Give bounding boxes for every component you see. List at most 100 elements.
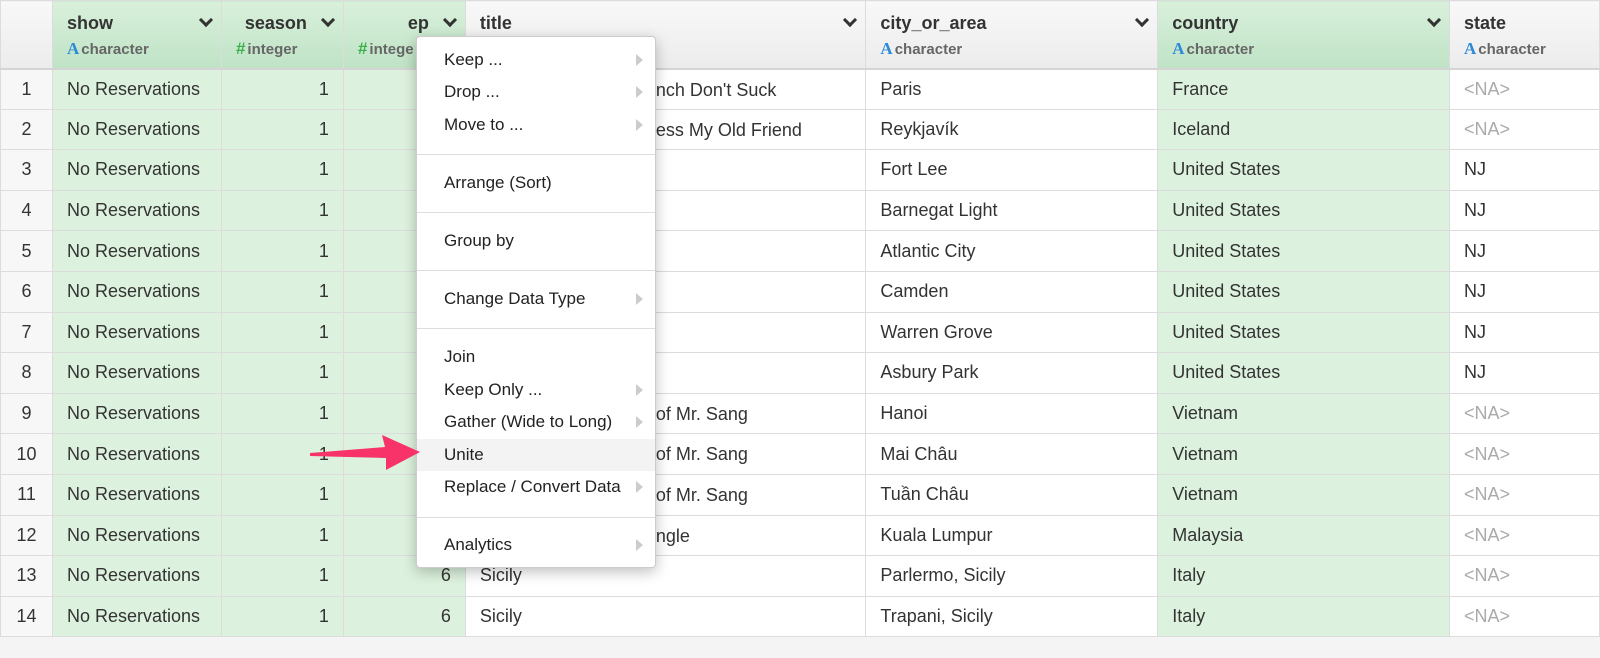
cell-city-or-area[interactable]: Warren Grove	[865, 311, 1159, 354]
row-number: 14	[0, 595, 53, 638]
cell-season[interactable]: 1	[220, 68, 344, 110]
cell-season[interactable]: 1	[220, 108, 344, 151]
column-header-country[interactable]: country Acharacter	[1157, 0, 1451, 70]
cell-city-or-area[interactable]: Reykjavík	[865, 108, 1159, 151]
cell-city-or-area[interactable]: Barnegat Light	[865, 189, 1159, 232]
cell-country[interactable]: France	[1157, 68, 1451, 110]
cell-country[interactable]: Malaysia	[1157, 514, 1451, 557]
cell-country[interactable]: United States	[1157, 189, 1451, 232]
cell-show[interactable]: No Reservations	[51, 473, 222, 516]
cell-city-or-area[interactable]: Parlermo, Sicily	[865, 555, 1159, 597]
cell-city-or-area[interactable]: Atlantic City	[865, 230, 1159, 272]
cell-country[interactable]: United States	[1157, 352, 1451, 394]
menu-item-analytics[interactable]: Analytics	[417, 529, 655, 561]
submenu-arrow-icon	[636, 416, 643, 428]
cell-state[interactable]: NJ	[1449, 270, 1600, 313]
cell-state[interactable]: <NA>	[1449, 392, 1600, 435]
menu-item-label: Analytics	[444, 535, 513, 554]
cell-show[interactable]: No Reservations	[51, 230, 222, 272]
cell-season[interactable]: 1	[220, 270, 344, 313]
cell-season[interactable]: 1	[220, 352, 344, 394]
cell-city-or-area[interactable]: Camden	[865, 270, 1159, 313]
cell-season[interactable]: 1	[220, 473, 344, 516]
cell-season[interactable]: 1	[220, 555, 344, 597]
cell-city-or-area[interactable]: Fort Lee	[865, 149, 1159, 191]
cell-state[interactable]: <NA>	[1449, 473, 1600, 516]
cell-show[interactable]: No Reservations	[51, 392, 222, 435]
menu-item-arrange-sort[interactable]: Arrange (Sort)	[417, 167, 655, 199]
table-row: 2 No Reservations 1 ess My Old Friend Reykja…	[0, 108, 1600, 151]
cell-show[interactable]: No Reservations	[51, 149, 222, 191]
cell-state[interactable]: <NA>	[1449, 514, 1600, 557]
cell-state[interactable]: NJ	[1449, 189, 1600, 232]
cell-city-or-area[interactable]: Asbury Park	[865, 352, 1159, 394]
menu-item-group-by[interactable]: Group by	[417, 225, 655, 257]
cell-season[interactable]: 1	[220, 189, 344, 232]
column-header-season[interactable]: season # integer	[220, 0, 344, 70]
cell-country[interactable]: United States	[1157, 230, 1451, 272]
cell-season[interactable]: 1	[220, 149, 344, 191]
cell-show[interactable]: No Reservations	[51, 311, 222, 354]
cell-state[interactable]: <NA>	[1449, 108, 1600, 151]
cell-state[interactable]: NJ	[1449, 352, 1600, 394]
cell-show[interactable]: No Reservations	[51, 595, 222, 638]
cell-country[interactable]: United States	[1157, 149, 1451, 191]
cell-city-or-area[interactable]: Kuala Lumpur	[865, 514, 1159, 557]
column-type-label: character	[1186, 41, 1255, 58]
cell-show[interactable]: No Reservations	[51, 108, 222, 151]
cell-city-or-area[interactable]: Hanoi	[865, 392, 1159, 435]
submenu-arrow-icon	[636, 86, 643, 98]
menu-item-keep[interactable]: Keep ...	[417, 44, 655, 76]
menu-item-gather-wide-to-long[interactable]: Gather (Wide to Long)	[417, 406, 655, 438]
cell-show[interactable]: No Reservations	[51, 189, 222, 232]
cell-city-or-area[interactable]: Mai Châu	[865, 433, 1159, 475]
cell-country[interactable]: United States	[1157, 270, 1451, 313]
cell-city-or-area[interactable]: Tuần Châu	[865, 473, 1159, 516]
cell-show[interactable]: No Reservations	[51, 68, 222, 110]
cell-show[interactable]: No Reservations	[51, 555, 222, 597]
column-name: show	[66, 13, 113, 33]
cell-state[interactable]: NJ	[1449, 311, 1600, 354]
cell-season[interactable]: 1	[220, 595, 344, 638]
table-row: 7 No Reservations 1 Warren Grove United Stat…	[0, 311, 1600, 354]
cell-city-or-area[interactable]: Paris	[865, 68, 1159, 110]
cell-state[interactable]: NJ	[1449, 230, 1600, 272]
cell-country[interactable]: Vietnam	[1157, 392, 1451, 435]
cell-country[interactable]: United States	[1157, 311, 1451, 354]
cell-state[interactable]: <NA>	[1449, 595, 1600, 638]
cell-show[interactable]: No Reservations	[51, 270, 222, 313]
cell-title[interactable]: Sicily	[464, 595, 867, 638]
menu-item-label: Gather (Wide to Long)	[444, 412, 613, 431]
row-number: 11	[0, 473, 53, 516]
column-type: # integer	[236, 39, 329, 59]
cell-show[interactable]: No Reservations	[51, 352, 222, 394]
table-row: 10No Reservations1of Mr. SangMai ChâuVie…	[0, 433, 1600, 475]
cell-season[interactable]: 1	[220, 514, 344, 557]
menu-item-drop[interactable]: Drop ...	[417, 76, 655, 108]
menu-item-change-data-type[interactable]: Change Data Type	[417, 283, 655, 315]
cell-country[interactable]: Italy	[1157, 555, 1451, 597]
cell-city-or-area[interactable]: Trapani, Sicily	[865, 595, 1159, 638]
cell-country[interactable]: Italy	[1157, 595, 1451, 638]
column-header-show[interactable]: show Acharacter	[51, 0, 222, 70]
menu-item-unite[interactable]: Unite	[417, 439, 655, 471]
cell-ep[interactable]: 6	[342, 595, 466, 638]
cell-country[interactable]: Iceland	[1157, 108, 1451, 151]
cell-state[interactable]: <NA>	[1449, 555, 1600, 597]
menu-item-label: Move to ...	[444, 115, 524, 134]
cell-country[interactable]: Vietnam	[1157, 433, 1451, 475]
cell-state[interactable]: <NA>	[1449, 68, 1600, 110]
cell-show[interactable]: No Reservations	[51, 433, 222, 475]
menu-item-keep-only[interactable]: Keep Only ...	[417, 374, 655, 406]
cell-state[interactable]: <NA>	[1449, 433, 1600, 475]
cell-state[interactable]: NJ	[1449, 149, 1600, 191]
menu-item-move-to[interactable]: Move to ...	[417, 109, 655, 141]
cell-country[interactable]: Vietnam	[1157, 473, 1451, 516]
cell-season[interactable]: 1	[220, 311, 344, 354]
column-header-state[interactable]: state Acharacter	[1449, 0, 1600, 70]
cell-show[interactable]: No Reservations	[51, 514, 222, 557]
menu-item-join[interactable]: Join	[417, 341, 655, 373]
cell-season[interactable]: 1	[220, 230, 344, 272]
column-header-city_or_area[interactable]: city_or_area Acharacter	[865, 0, 1159, 70]
menu-item-replace-convert-data[interactable]: Replace / Convert Data	[417, 471, 655, 503]
